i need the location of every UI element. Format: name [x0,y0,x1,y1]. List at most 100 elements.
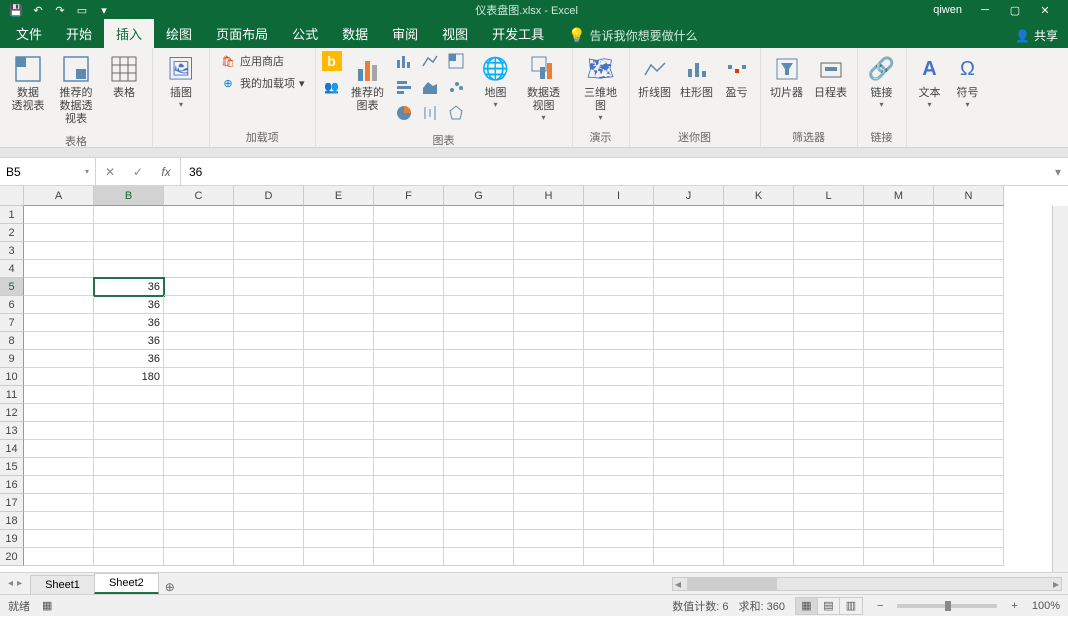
cell[interactable] [444,242,514,260]
cell[interactable] [374,224,444,242]
row-header[interactable]: 15 [0,458,24,476]
cell[interactable] [934,260,1004,278]
cell[interactable] [654,224,724,242]
cell[interactable] [584,458,654,476]
column-header[interactable]: H [514,186,584,206]
tell-me-search[interactable]: 💡 告诉我你想要做什么 [568,27,697,48]
column-header[interactable]: G [444,186,514,206]
cell[interactable] [444,368,514,386]
cell[interactable] [654,476,724,494]
sparkline-line-button[interactable]: 折线图 [636,51,674,102]
cell[interactable] [234,476,304,494]
normal-view-button[interactable]: ▦ [796,598,818,614]
cell[interactable] [864,350,934,368]
cell[interactable] [94,530,164,548]
cell[interactable] [304,314,374,332]
cell[interactable] [24,368,94,386]
cell[interactable] [724,314,794,332]
tab-home[interactable]: 开始 [54,19,104,48]
cell[interactable] [94,404,164,422]
cell[interactable] [304,368,374,386]
cell[interactable] [934,368,1004,386]
cell[interactable] [514,350,584,368]
cell[interactable] [934,494,1004,512]
cell[interactable] [374,350,444,368]
cell[interactable] [164,476,234,494]
cell[interactable] [584,314,654,332]
cell[interactable] [584,332,654,350]
cell[interactable] [24,224,94,242]
column-header[interactable]: K [724,186,794,206]
cell[interactable] [304,206,374,224]
cell[interactable] [24,350,94,368]
cell[interactable] [164,440,234,458]
row-header[interactable]: 6 [0,296,24,314]
cell[interactable] [654,440,724,458]
cell[interactable] [444,548,514,566]
cancel-formula-icon[interactable]: ✕ [96,165,124,179]
cell[interactable] [584,494,654,512]
radar-chart-icon[interactable] [446,103,466,123]
cell[interactable] [794,404,864,422]
cell[interactable] [164,422,234,440]
cell[interactable] [514,494,584,512]
cell[interactable] [724,332,794,350]
cell[interactable] [864,512,934,530]
cell[interactable] [934,386,1004,404]
column-header[interactable]: L [794,186,864,206]
cell[interactable] [724,476,794,494]
cell[interactable] [24,458,94,476]
cell[interactable] [234,440,304,458]
cell[interactable] [94,422,164,440]
cell[interactable] [584,512,654,530]
cell[interactable] [654,458,724,476]
cell[interactable] [374,548,444,566]
cell[interactable] [514,512,584,530]
formula-input[interactable]: 36 [181,158,1048,185]
cell[interactable] [724,368,794,386]
cell[interactable] [374,494,444,512]
cell[interactable] [234,386,304,404]
cell[interactable] [444,350,514,368]
cell[interactable] [304,476,374,494]
cell[interactable] [654,404,724,422]
cell[interactable] [864,296,934,314]
cell[interactable] [234,242,304,260]
cell[interactable] [514,458,584,476]
user-name[interactable]: qiwen [933,4,962,16]
cell[interactable] [514,530,584,548]
cell[interactable] [934,350,1004,368]
pie-chart-icon[interactable] [394,103,414,123]
row-header[interactable]: 13 [0,422,24,440]
add-sheet-button[interactable]: ⊕ [158,580,182,594]
page-break-view-button[interactable]: ▥ [840,598,862,614]
tab-data[interactable]: 数据 [330,19,380,48]
cell[interactable] [934,296,1004,314]
cell[interactable] [794,224,864,242]
cell[interactable] [584,296,654,314]
cell[interactable] [654,242,724,260]
recommended-charts-button[interactable]: 推荐的 图表 [346,51,390,115]
cell[interactable] [444,206,514,224]
cell[interactable]: 36 [94,278,164,296]
cell[interactable] [444,224,514,242]
cell[interactable] [374,530,444,548]
row-header[interactable]: 11 [0,386,24,404]
cell[interactable] [234,314,304,332]
cell[interactable] [514,260,584,278]
cell[interactable] [444,296,514,314]
cell[interactable] [374,368,444,386]
cell[interactable] [304,548,374,566]
cell[interactable] [584,260,654,278]
row-header[interactable]: 14 [0,440,24,458]
stock-chart-icon[interactable] [420,103,440,123]
cell[interactable] [654,494,724,512]
cell[interactable] [654,332,724,350]
hierarchy-chart-icon[interactable] [446,51,466,71]
tab-formulas[interactable]: 公式 [280,19,330,48]
cell[interactable] [794,314,864,332]
cell[interactable]: 180 [94,368,164,386]
cell[interactable] [304,422,374,440]
cell[interactable] [94,440,164,458]
cell[interactable] [654,206,724,224]
